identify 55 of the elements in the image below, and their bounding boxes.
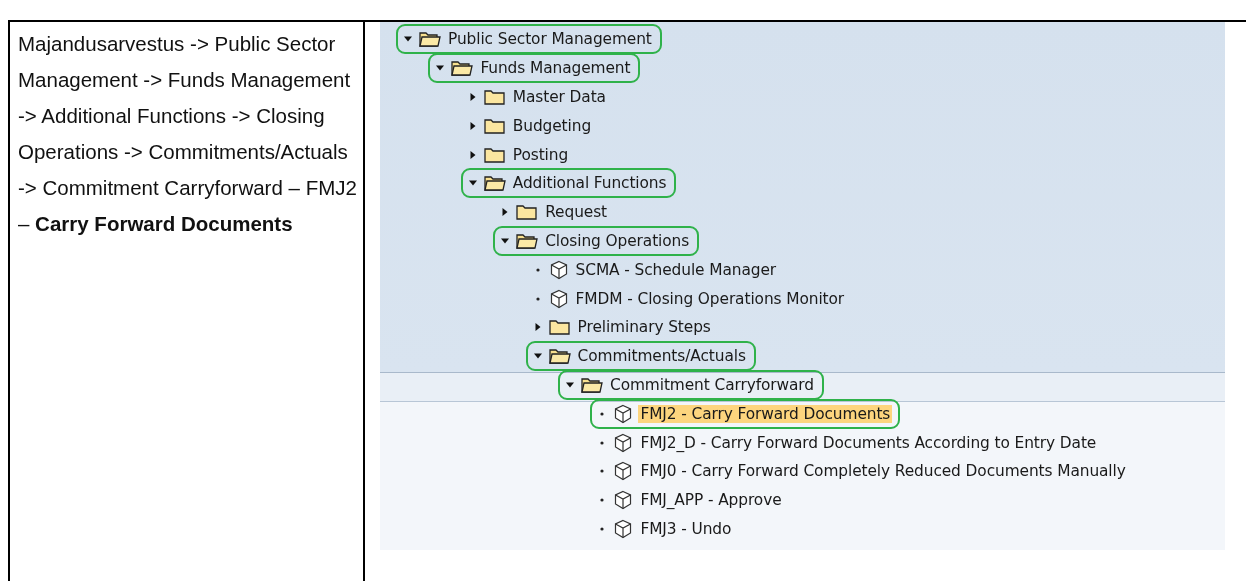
bullet-icon <box>600 411 605 416</box>
bullet-icon <box>600 469 605 474</box>
folder-icon <box>483 116 506 135</box>
cube-icon <box>613 461 634 482</box>
tree-item[interactable]: Public Sector Management <box>446 30 654 49</box>
cube-icon <box>548 288 569 309</box>
folder-icon <box>483 145 506 164</box>
cube-icon <box>613 490 634 511</box>
tree-item[interactable]: Request <box>543 203 609 222</box>
tree-item[interactable]: FMJ2 - Carry Forward Documents <box>638 404 893 423</box>
open-folder-icon <box>419 30 441 49</box>
open-folder-icon <box>581 375 603 394</box>
tree-item[interactable]: FMJ3 - Undo <box>638 519 734 538</box>
tree-item[interactable]: Commitments/Actuals <box>575 347 748 366</box>
caret-down-icon[interactable] <box>436 64 445 73</box>
cube-icon <box>613 432 634 453</box>
tree-item[interactable]: FMJ0 - Carry Forward Completely Reduced Documents Manually <box>638 462 1128 481</box>
bullet-icon <box>600 526 605 531</box>
tree-item[interactable]: FMJ_APP - Approve <box>638 491 784 510</box>
bullet-icon <box>600 440 605 445</box>
folder-icon <box>548 318 571 337</box>
tree-item[interactable]: Preliminary Steps <box>575 318 713 337</box>
caret-right-icon[interactable] <box>501 208 510 217</box>
tree-item[interactable]: SCMA - Schedule Manager <box>573 260 779 279</box>
cube-icon <box>613 518 634 539</box>
open-folder-icon <box>451 59 474 78</box>
tree-item[interactable]: Funds Management <box>478 59 633 78</box>
open-folder-icon <box>548 347 571 366</box>
tree-item[interactable]: Master Data <box>510 88 608 106</box>
caret-down-icon[interactable] <box>533 352 542 361</box>
tree-item[interactable]: Posting <box>510 145 571 164</box>
open-folder-icon <box>516 232 539 250</box>
menu-path-text: Majandusarvestus -> Public Sector Management -> Funds Management -> Additional Functions -> Closing Operations -> Commitments/Actuals -> Commitment Carryforward – FMJ2 – Carry Forward Documents <box>18 31 357 237</box>
caret-right-icon[interactable] <box>533 323 542 332</box>
caret-down-icon[interactable] <box>566 380 574 389</box>
caret-right-icon[interactable] <box>468 121 477 130</box>
tree-item[interactable]: FMDM - Closing Operations Monitor <box>573 289 847 308</box>
tree-item[interactable]: Budgeting <box>510 116 594 135</box>
caret-right-icon[interactable] <box>468 93 477 101</box>
tree-item[interactable]: Commitment Carryforward <box>608 375 816 394</box>
cube-icon <box>613 403 634 424</box>
caret-right-icon[interactable] <box>468 150 477 159</box>
open-folder-icon <box>483 174 506 193</box>
bullet-icon <box>535 267 540 272</box>
cube-icon <box>548 259 569 280</box>
tree-item[interactable]: FMJ2_D - Carry Forward Documents According to Entry Date <box>638 433 1099 452</box>
folder-icon <box>483 88 506 106</box>
folder-icon <box>516 203 539 222</box>
bullet-icon <box>535 296 540 301</box>
caret-down-icon[interactable] <box>468 179 477 188</box>
bullet-icon <box>600 498 605 503</box>
tree-item[interactable]: Additional Functions <box>510 174 669 193</box>
caret-down-icon[interactable] <box>501 237 510 245</box>
tree-item[interactable]: Closing Operations <box>543 232 692 250</box>
caret-down-icon[interactable] <box>404 35 412 44</box>
